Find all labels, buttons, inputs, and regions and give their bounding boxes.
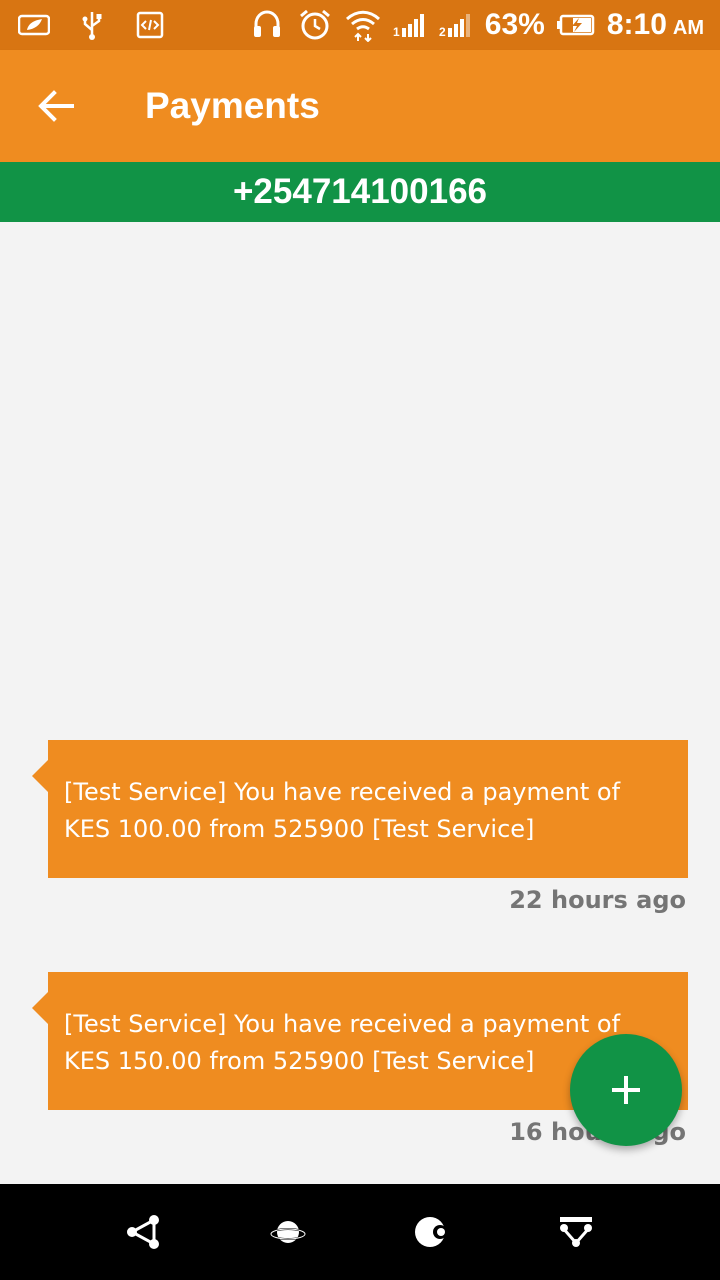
message-bubble: [Test Service] You have received a payme… xyxy=(32,740,688,878)
nav-filter-button[interactable] xyxy=(546,1202,606,1262)
planet-nav-icon xyxy=(270,1221,306,1243)
message-timestamp: 22 hours ago xyxy=(509,886,686,914)
app-bar: Payments xyxy=(0,50,720,162)
signal-1-icon: 1 xyxy=(393,7,427,43)
status-bar: 1 2 63% 8:10 AM xyxy=(0,0,720,50)
back-arrow-icon xyxy=(38,90,74,122)
nav-moon-button[interactable] xyxy=(402,1202,462,1262)
svg-text:2: 2 xyxy=(439,25,446,38)
navigation-bar xyxy=(0,1184,720,1280)
back-button[interactable] xyxy=(0,50,112,162)
leaf-icon xyxy=(16,7,52,43)
usb-icon xyxy=(74,7,110,43)
nav-share-button[interactable] xyxy=(114,1202,174,1262)
signal-2-icon: 2 xyxy=(439,7,473,43)
nav-planet-button[interactable] xyxy=(258,1202,318,1262)
phone-number-banner: +254714100166 xyxy=(0,162,720,222)
filter-nav-icon xyxy=(560,1217,592,1247)
moon-nav-icon xyxy=(415,1217,447,1247)
share-nav-icon xyxy=(127,1215,159,1249)
clock-time: 8:10 xyxy=(606,8,667,41)
battery-percent: 63% xyxy=(484,8,545,41)
battery-charging-icon xyxy=(556,7,595,43)
plus-icon xyxy=(612,1076,640,1104)
wifi-icon xyxy=(345,7,381,43)
developer-icon xyxy=(132,7,168,43)
clock-ampm: AM xyxy=(672,17,704,39)
alarm-icon xyxy=(297,7,333,43)
page-title: Payments xyxy=(145,85,320,126)
headset-icon xyxy=(249,7,285,43)
message-item[interactable]: [Test Service] You have received a payme… xyxy=(32,740,688,914)
svg-text:1: 1 xyxy=(393,25,400,38)
add-payment-button[interactable] xyxy=(570,1034,682,1146)
